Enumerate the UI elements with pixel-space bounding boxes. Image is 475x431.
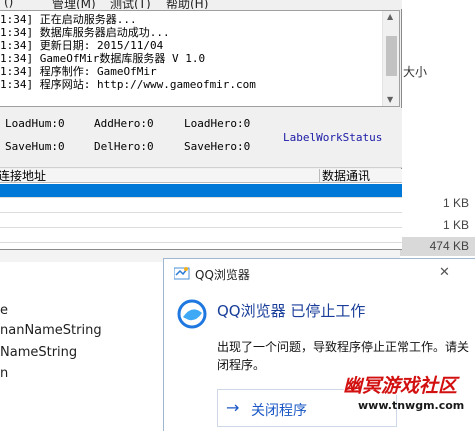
log-line: 1:34] 更新日期: 2015/11/04: [0, 39, 164, 52]
file-size: 1 KB: [442, 218, 469, 232]
left-text-panel: e nanNameString NameString n: [0, 262, 163, 431]
dialog-titlebar: QQ浏览器 ✕: [164, 259, 475, 289]
work-status-label: LabelWorkStatus: [283, 131, 383, 144]
add-hero-label: AddHero:0: [94, 117, 154, 130]
del-hero-label: DelHero:0: [94, 140, 154, 153]
list-item[interactable]: nanNameString: [0, 323, 102, 338]
menu-item-manage[interactable]: 管理(M): [52, 0, 96, 9]
load-hero-label: LoadHero:0: [184, 117, 251, 130]
qq-browser-logo-icon: [177, 299, 207, 329]
table-row[interactable]: [0, 199, 402, 213]
dialog-title: QQ浏览器: [195, 268, 250, 282]
close-program-label: 关闭程序: [251, 403, 307, 419]
dialog-message: 出现了一个问题，导致程序停止正常工作。请关闭程序。: [217, 340, 470, 372]
list-item[interactable]: n: [0, 366, 8, 381]
site-watermark: 幽冥游戏社区 www.tnwgm.com: [343, 371, 473, 427]
menu-bar: () 管理(M) 测试(T) 帮助(H): [0, 0, 402, 9]
log-scrollbar[interactable]: ▲ ▼: [382, 11, 399, 106]
dialog-heading: QQ浏览器 已停止工作: [217, 302, 366, 320]
menu-item-control[interactable]: (): [4, 0, 13, 9]
menu-item-help[interactable]: 帮助(H): [166, 0, 208, 9]
stats-panel: LoadHum:0 AddHero:0 LoadHero:0 LabelWork…: [0, 108, 402, 168]
log-line: 1:34] 数据库服务器启动成功...: [0, 26, 170, 39]
column-traffic[interactable]: 数据通讯: [322, 169, 370, 183]
qq-browser-icon: [174, 267, 190, 280]
column-address[interactable]: 连接地址: [0, 169, 46, 183]
table-row[interactable]: [0, 184, 402, 198]
log-line: 1:34] 程序网站: http://www.gameofmir.com: [0, 78, 256, 91]
scrollbar-thumb[interactable]: [386, 36, 397, 76]
list-item[interactable]: NameString: [0, 345, 77, 360]
list-item[interactable]: e: [0, 303, 8, 318]
load-hum-label: LoadHum:0: [5, 117, 65, 130]
save-hero-label: SaveHero:0: [184, 140, 251, 153]
grid-header: 连接地址 数据通讯: [0, 169, 402, 183]
file-size: 1 KB: [442, 196, 469, 210]
column-divider[interactable]: [319, 169, 320, 183]
table-row[interactable]: [0, 229, 402, 243]
watermark-url: www.tnwgm.com: [358, 399, 465, 412]
log-line: 1:34] 正在启动服务器...: [0, 13, 137, 26]
file-explorer-window: 大小 1 KB 1 KB 474 KB: [400, 0, 475, 262]
size-column-header[interactable]: 大小: [400, 60, 475, 82]
connection-grid: 连接地址 数据通讯: [0, 169, 402, 249]
desktop: 大小 1 KB 1 KB 474 KB e nanNameString Name…: [0, 0, 475, 431]
save-hum-label: SaveHum:0: [5, 140, 65, 153]
log-line: 1:34] 程序制作: GameOfMir: [0, 65, 157, 78]
scroll-down-icon[interactable]: ▼: [387, 95, 393, 104]
arrow-right-icon: →: [226, 398, 240, 417]
log-line: 1:34] GameOfMir数据库服务器 V 1.0: [0, 52, 206, 65]
scroll-up-icon[interactable]: ▲: [387, 12, 393, 21]
log-output[interactable]: 1:34] 正在启动服务器... 1:34] 数据库服务器启动成功... 1:3…: [0, 10, 400, 107]
watermark-text: 幽冥游戏社区: [343, 375, 458, 397]
file-size: 474 KB: [429, 239, 469, 253]
close-icon[interactable]: ✕: [439, 265, 450, 280]
table-row[interactable]: [0, 214, 402, 228]
menu-item-test[interactable]: 测试(T): [110, 0, 151, 9]
db-server-window: () 管理(M) 测试(T) 帮助(H) 1:34] 正在启动服务器... 1:…: [0, 0, 402, 250]
